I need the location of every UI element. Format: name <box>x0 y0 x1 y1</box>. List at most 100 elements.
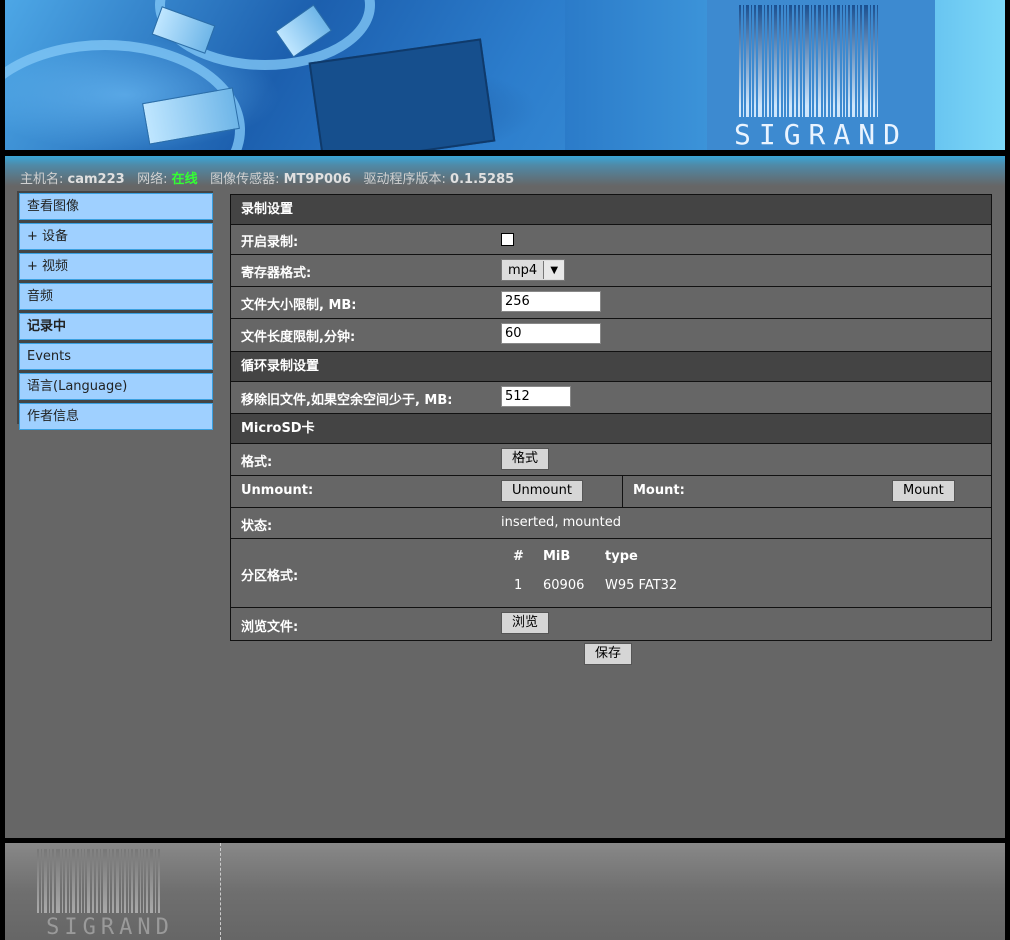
barcode-stripe <box>826 5 828 117</box>
barcode-stripe <box>758 5 762 117</box>
row-file-duration: 文件长度限制,分钟: <box>231 319 991 352</box>
partition-header-mib: MiB <box>543 549 571 564</box>
barcode-stripe <box>743 5 744 117</box>
partition-cell-mib: 60906 <box>543 578 585 593</box>
section-title: 循环录制设置 <box>241 359 320 374</box>
barcode-stripe <box>798 5 800 117</box>
barcode-stripe <box>830 5 831 117</box>
barcode-stripe <box>833 5 835 117</box>
barcode-stripe <box>857 5 858 117</box>
file-size-label: 文件大小限制, MB: <box>241 298 357 313</box>
row-partitions: 分区格式: # MiB type 1 60906 W95 FAT32 <box>231 539 991 608</box>
barcode-stripe <box>794 5 796 117</box>
partition-header-number: # <box>513 549 524 564</box>
barcode-icon <box>739 5 905 117</box>
container-format-select[interactable]: mp4 ▼ <box>501 259 566 281</box>
barcode-stripe <box>81 849 82 913</box>
section-header-microsd: MicroSD卡 <box>231 414 991 444</box>
container-format-value: mp4 <box>508 262 538 278</box>
barcode-stripe <box>783 5 784 117</box>
state-label: 状态: <box>241 519 273 534</box>
barcode-stripe <box>789 5 792 117</box>
barcode-stripe <box>842 5 843 117</box>
row-browse: 浏览文件: 浏览 <box>231 608 991 640</box>
file-duration-input[interactable] <box>501 323 601 344</box>
mount-label: Mount: <box>633 483 685 498</box>
barcode-stripe <box>77 849 79 913</box>
barcode-stripe <box>135 849 138 913</box>
barcode-stripe <box>774 5 777 117</box>
format-button[interactable]: 格式 <box>501 448 550 470</box>
partition-label: 分区格式: <box>241 569 299 584</box>
barcode-stripe <box>49 849 50 913</box>
save-button[interactable]: 保存 <box>584 643 633 665</box>
footer-separator <box>220 843 221 940</box>
driver-value: 0.1.5285 <box>450 172 515 187</box>
browse-label: 浏览文件: <box>241 620 299 635</box>
barcode-stripe <box>786 5 787 117</box>
cell-divider <box>622 476 623 507</box>
footer-brand-text: SIGRAND <box>46 915 174 940</box>
unmount-button[interactable]: Unmount <box>501 480 583 502</box>
status-bar: 主机名: cam223 网络: 在线 图像传感器: MT9P006 驱动程序版本… <box>20 168 514 187</box>
row-state: 状态: inserted, mounted <box>231 508 991 539</box>
sidebar-nav: 查看图像 + 设备 + 视频 音频 记录中 Events 语言(Language… <box>17 193 213 433</box>
barcode-stripe <box>823 5 824 117</box>
barcode-stripe <box>814 5 816 117</box>
barcode-stripe <box>751 5 752 117</box>
barcode-stripe <box>146 849 148 913</box>
partition-cell-type: W95 FAT32 <box>605 578 678 593</box>
barcode-stripe <box>811 5 812 117</box>
sidebar-item-events[interactable]: Events <box>19 343 213 370</box>
partition-cell-number: 1 <box>514 578 523 593</box>
chevron-down-icon: ▼ <box>543 261 565 279</box>
barcode-stripe <box>52 849 54 913</box>
file-size-input[interactable] <box>501 291 601 312</box>
barcode-stripe <box>837 5 840 117</box>
barcode-stripe <box>771 5 772 117</box>
mount-button[interactable]: Mount <box>892 480 955 502</box>
sensor-value: MT9P006 <box>283 172 352 187</box>
barcode-stripe <box>121 849 122 913</box>
barcode-stripe <box>805 5 809 117</box>
section-title: 录制设置 <box>241 202 294 217</box>
sidebar-item-audio[interactable]: 音频 <box>19 283 213 310</box>
container-format-label: 寄存器格式: <box>241 266 312 281</box>
barcode-stripe <box>69 849 70 913</box>
barcode-stripe <box>116 849 119 913</box>
barcode-stripe <box>140 849 141 913</box>
barcode-stripe <box>155 849 156 913</box>
barcode-stripe <box>124 849 126 913</box>
sidebar-item-device[interactable]: + 设备 <box>19 223 213 250</box>
barcode-stripe <box>96 849 98 913</box>
barcode-stripe <box>72 849 75 913</box>
sidebar-item-view-image[interactable]: 查看图像 <box>19 193 213 220</box>
remove-old-input[interactable] <box>501 386 571 407</box>
section-header-loop: 循环录制设置 <box>231 352 991 382</box>
browse-button[interactable]: 浏览 <box>501 612 550 634</box>
enable-recording-label: 开启录制: <box>241 235 299 250</box>
barcode-stripe <box>84 849 85 913</box>
barcode-stripe <box>128 849 129 913</box>
remove-old-label: 移除旧文件,如果空余空间少于, MB: <box>241 393 453 408</box>
sidebar-item-language[interactable]: 语言(Language) <box>19 373 213 400</box>
partition-header-type: type <box>605 549 638 564</box>
barcode-stripe <box>767 5 769 117</box>
barcode-stripe <box>87 849 90 913</box>
sidebar-item-recording[interactable]: 记录中 <box>19 313 213 340</box>
barcode-stripe <box>62 849 63 913</box>
barcode-stripe <box>818 5 821 117</box>
sidebar-item-video[interactable]: + 视频 <box>19 253 213 280</box>
sensor-label: 图像传感器: <box>210 172 280 187</box>
barcode-stripe <box>877 5 878 117</box>
barcode-stripe <box>100 849 101 913</box>
row-mount: Unmount: Unmount Mount: Mount <box>231 476 991 508</box>
barcode-stripe <box>158 849 160 913</box>
barcode-stripe <box>802 5 803 117</box>
enable-recording-checkbox[interactable] <box>501 233 514 246</box>
barcode-stripe <box>873 5 875 117</box>
sidebar-item-about[interactable]: 作者信息 <box>19 403 213 430</box>
barcode-stripe <box>143 849 144 913</box>
barcode-stripe <box>131 849 133 913</box>
barcode-icon <box>37 849 183 913</box>
